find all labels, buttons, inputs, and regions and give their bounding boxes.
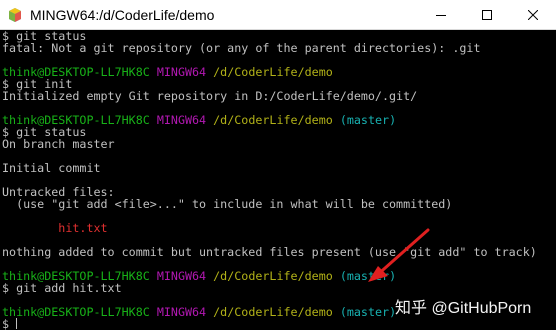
terminal-line: (use "git add <file>..." to include in w… xyxy=(2,198,452,210)
terminal-segment-default: fatal: Not a git repository (or any of t… xyxy=(2,41,481,55)
maximize-icon xyxy=(482,10,492,20)
terminal-line: Initial commit xyxy=(2,162,101,174)
terminal-segment-default: Initial commit xyxy=(2,161,101,175)
terminal-segment-system: MINGW64 xyxy=(156,269,207,283)
terminal-segment-branch: (master) xyxy=(339,113,397,127)
minimize-button[interactable] xyxy=(418,0,464,30)
terminal-line: Initialized empty Git repository in D:/C… xyxy=(2,90,417,102)
terminal-output[interactable]: $ git status fatal: Not a git repository … xyxy=(0,30,556,330)
terminal-segment-default xyxy=(150,65,157,79)
terminal-segment-default: On branch master xyxy=(2,137,115,151)
watermark-text: 知乎 @GitHubPorn xyxy=(395,300,532,317)
terminal-segment-default xyxy=(333,269,340,283)
annotation-arrow-icon xyxy=(368,228,430,282)
terminal-segment-path: /d/CoderLife/demo xyxy=(213,305,333,319)
terminal-segment-path: /d/CoderLife/demo xyxy=(213,113,333,127)
title-bar[interactable]: MINGW64:/d/CoderLife/demo xyxy=(0,0,556,30)
terminal-segment-system: MINGW64 xyxy=(156,113,207,127)
terminal-segment-red: hit.txt xyxy=(2,221,108,235)
terminal-segment-default xyxy=(333,113,340,127)
terminal-line: $ git add hit.txt xyxy=(2,282,122,294)
terminal-segment-default: $ git add hit.txt xyxy=(2,281,122,295)
maximize-button[interactable] xyxy=(464,0,510,30)
terminal-line: hit.txt xyxy=(2,221,108,235)
terminal-segment-path: /d/CoderLife/demo xyxy=(213,269,333,283)
window-title: MINGW64:/d/CoderLife/demo xyxy=(30,7,215,23)
terminal-segment-branch: (master) xyxy=(339,305,397,319)
terminal-segment-default xyxy=(333,305,340,319)
terminal-segment-system: MINGW64 xyxy=(156,305,207,319)
terminal-cursor xyxy=(16,318,18,329)
terminal-segment-path: /d/CoderLife/demo xyxy=(213,65,333,79)
mingw-terminal-icon xyxy=(9,8,21,22)
terminal-segment-default xyxy=(150,305,157,319)
terminal-segment-default: $ xyxy=(2,317,17,330)
close-icon xyxy=(528,10,538,20)
terminal-segment-default xyxy=(150,269,157,283)
close-button[interactable] xyxy=(510,0,556,30)
terminal-segment-system: MINGW64 xyxy=(156,65,207,79)
terminal-segment-default: (use "git add <file>..." to include in w… xyxy=(2,197,453,211)
terminal-segment-default xyxy=(150,113,157,127)
terminal-segment-default: nothing added to commit but untracked fi… xyxy=(2,245,537,259)
minimize-icon xyxy=(436,15,446,16)
terminal-line: nothing added to commit but untracked fi… xyxy=(2,246,537,258)
watermark: 知乎 @GitHubPorn xyxy=(395,292,531,320)
terminal-segment-default: Initialized empty Git repository in D:/C… xyxy=(2,89,418,103)
terminal-line: think@DESKTOP-LL7HK8C MINGW64 /d/CoderLi… xyxy=(2,306,396,318)
terminal-segment-user: think@DESKTOP-LL7HK8C xyxy=(2,305,150,319)
terminal-line: fatal: Not a git repository (or any of t… xyxy=(2,42,480,54)
terminal-line: $ xyxy=(2,317,18,330)
terminal-line: On branch master xyxy=(2,138,115,150)
